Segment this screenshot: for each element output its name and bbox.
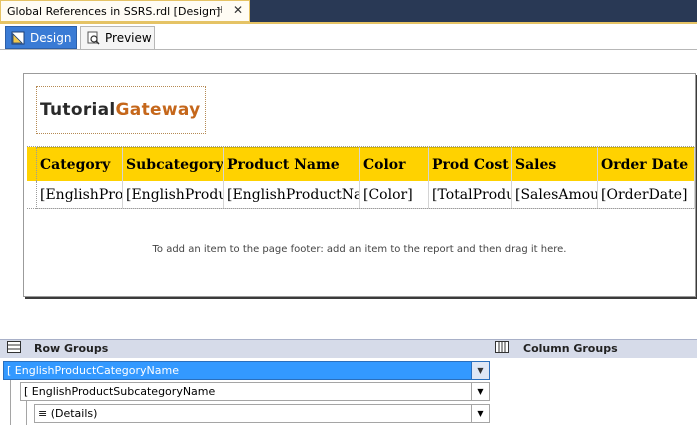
preview-icon [87, 31, 100, 45]
header-cell-prod-cost[interactable]: Prod Cost [429, 147, 512, 181]
row-groups-icon [7, 341, 21, 353]
detail-cell-color[interactable]: [Color] [360, 181, 429, 209]
column-groups-icon [495, 341, 509, 353]
logo-textbox[interactable]: Tutorial Gateway [36, 86, 206, 134]
header-cell-category[interactable]: Category [37, 147, 123, 181]
header-cell-order-date[interactable]: Order Date [598, 147, 695, 181]
pin-icon[interactable]: ⊣ [214, 5, 223, 16]
row-group-subcategory[interactable]: [ EnglishProductSubcategoryName ▼ [20, 382, 490, 401]
footer-separator [27, 208, 694, 209]
tab-preview-label: Preview [105, 31, 152, 45]
dropdown-arrow-icon[interactable]: ▼ [471, 383, 489, 400]
detail-cell-product-name[interactable]: [EnglishProductNa [224, 181, 360, 209]
table-header-row: Category Subcategory Product Name Color … [27, 147, 695, 181]
tab-design-label: Design [30, 30, 72, 45]
document-tab-title: Global References in SSRS.rdl [Design] [7, 4, 221, 18]
column-groups-title: Column Groups [523, 342, 618, 355]
header-cell-subcategory[interactable]: Subcategory [123, 147, 224, 181]
row-group-label: ≡ (Details) [38, 407, 98, 420]
row-group-label: [ EnglishProductSubcategoryName [24, 385, 216, 398]
row-handle[interactable] [27, 147, 37, 181]
row-groups-title: Row Groups [34, 342, 109, 355]
header-cell-sales[interactable]: Sales [512, 147, 598, 181]
report-table[interactable]: Category Subcategory Product Name Color … [27, 147, 695, 209]
detail-cell-sales[interactable]: [SalesAmou [512, 181, 598, 209]
group-tree-line [26, 401, 27, 425]
row-group-details[interactable]: ≡ (Details) ▼ [34, 404, 490, 423]
dropdown-arrow-icon[interactable]: ▼ [471, 405, 489, 422]
body-top-border [27, 146, 694, 147]
row-handle[interactable] [27, 181, 37, 209]
row-group-category[interactable]: [ EnglishProductCategoryName ▼ [3, 361, 490, 380]
design-ruler-icon [11, 31, 25, 44]
header-cell-product-name[interactable]: Product Name [224, 147, 360, 181]
dropdown-arrow-icon[interactable]: ▼ [471, 362, 489, 379]
close-icon[interactable]: ✕ [233, 3, 243, 17]
logo-text-tutorial: Tutorial [40, 100, 116, 120]
table-detail-row: [EnglishPro [EnglishProdu [EnglishProduc… [27, 181, 695, 209]
tab-preview[interactable]: Preview [80, 26, 155, 49]
row-group-label: [ EnglishProductCategoryName [7, 364, 179, 377]
detail-cell-subcategory[interactable]: [EnglishProdu [123, 181, 224, 209]
logo-text-gateway: Gateway [115, 100, 201, 120]
tab-design[interactable]: Design [5, 26, 77, 49]
header-cell-color[interactable]: Color [360, 147, 429, 181]
detail-cell-order-date[interactable]: [OrderDate] [598, 181, 695, 209]
document-tab[interactable]: Global References in SSRS.rdl [Design] ⊣… [0, 0, 250, 22]
detail-cell-category[interactable]: [EnglishPro [37, 181, 123, 209]
detail-cell-prod-cost[interactable]: [TotalProdu [429, 181, 512, 209]
page-footer-hint: To add an item to the page footer: add a… [152, 244, 567, 255]
group-tree-line [10, 380, 11, 425]
